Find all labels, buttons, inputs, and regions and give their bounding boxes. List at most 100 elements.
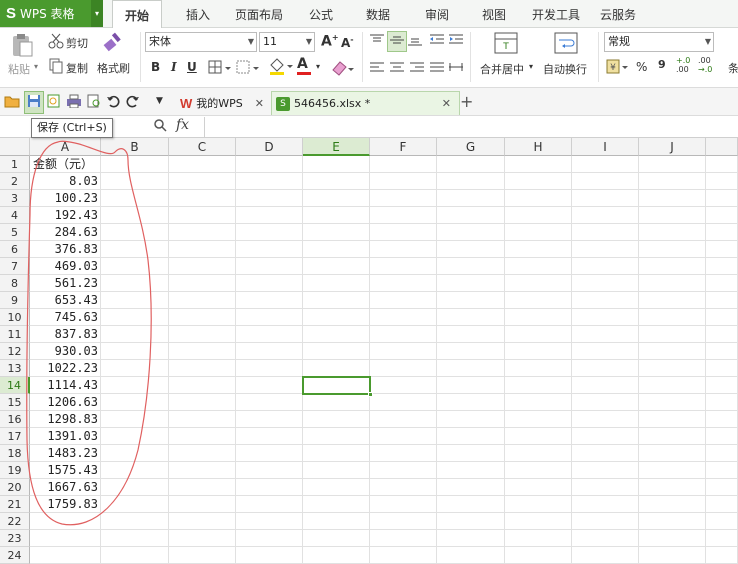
cell-a8[interactable]: 561.23 xyxy=(30,275,101,292)
font-color-dropdown-icon[interactable]: ▾ xyxy=(316,62,320,71)
cell[interactable] xyxy=(505,428,572,445)
cell[interactable] xyxy=(572,292,639,309)
save-button[interactable] xyxy=(24,91,44,114)
cell[interactable] xyxy=(437,513,505,530)
cell[interactable] xyxy=(639,479,706,496)
align-right-button[interactable] xyxy=(409,61,425,76)
cell[interactable] xyxy=(101,445,169,462)
cell[interactable] xyxy=(303,258,370,275)
cell[interactable] xyxy=(505,207,572,224)
tab-developer[interactable]: 开发工具 xyxy=(532,0,580,28)
cell-a18[interactable]: 1483.23 xyxy=(30,445,101,462)
cell[interactable] xyxy=(706,394,738,411)
cell[interactable] xyxy=(437,394,505,411)
paste-button[interactable] xyxy=(8,32,36,61)
cell[interactable] xyxy=(505,496,572,513)
cell[interactable] xyxy=(706,156,738,173)
zoom-formula-icon[interactable] xyxy=(153,118,167,135)
cell[interactable] xyxy=(437,428,505,445)
cell[interactable] xyxy=(505,513,572,530)
cell[interactable] xyxy=(370,190,437,207)
cell[interactable] xyxy=(639,258,706,275)
cell[interactable] xyxy=(572,343,639,360)
paste-label[interactable]: 粘贴 xyxy=(8,61,30,77)
cell[interactable] xyxy=(505,530,572,547)
cell[interactable] xyxy=(639,224,706,241)
print-icon[interactable] xyxy=(66,94,82,111)
cell-a7[interactable]: 469.03 xyxy=(30,258,101,275)
cell[interactable] xyxy=(169,156,236,173)
cell[interactable] xyxy=(101,224,169,241)
wrap-text-label[interactable]: 自动换行 xyxy=(543,61,587,77)
cell[interactable] xyxy=(236,479,303,496)
cell[interactable] xyxy=(303,530,370,547)
row-header-15[interactable]: 15 xyxy=(0,394,30,411)
cell[interactable] xyxy=(101,258,169,275)
cell-a16[interactable]: 1298.83 xyxy=(30,411,101,428)
cell[interactable] xyxy=(437,241,505,258)
borders-button[interactable] xyxy=(208,59,234,78)
cell[interactable] xyxy=(169,547,236,564)
cell[interactable] xyxy=(303,445,370,462)
row-header-11[interactable]: 11 xyxy=(0,326,30,343)
cell[interactable] xyxy=(706,513,738,530)
cell[interactable] xyxy=(303,462,370,479)
cell[interactable] xyxy=(437,309,505,326)
cell[interactable] xyxy=(639,292,706,309)
align-left-button[interactable] xyxy=(369,61,385,76)
cell-a11[interactable]: 837.83 xyxy=(30,326,101,343)
cell[interactable] xyxy=(370,309,437,326)
cell[interactable] xyxy=(370,207,437,224)
row-header-21[interactable]: 21 xyxy=(0,496,30,513)
cell[interactable] xyxy=(706,547,738,564)
column-header-f[interactable]: F xyxy=(370,138,437,156)
cell[interactable] xyxy=(639,309,706,326)
print-preview-icon[interactable] xyxy=(86,94,102,111)
cell[interactable] xyxy=(437,173,505,190)
cell[interactable] xyxy=(101,292,169,309)
cell[interactable] xyxy=(706,479,738,496)
cell[interactable] xyxy=(303,326,370,343)
tab-my-wps[interactable]: W 我的WPS ✕ xyxy=(176,91,268,115)
format-painter-icon[interactable] xyxy=(102,31,124,56)
cell[interactable] xyxy=(572,496,639,513)
cell[interactable] xyxy=(169,275,236,292)
cell[interactable] xyxy=(101,547,169,564)
cell[interactable] xyxy=(706,530,738,547)
cell[interactable] xyxy=(303,309,370,326)
cell[interactable] xyxy=(236,156,303,173)
cell[interactable] xyxy=(572,394,639,411)
cell[interactable] xyxy=(236,241,303,258)
cell[interactable] xyxy=(169,411,236,428)
cell[interactable] xyxy=(706,326,738,343)
cell[interactable] xyxy=(101,190,169,207)
cell[interactable] xyxy=(236,445,303,462)
cell[interactable] xyxy=(572,530,639,547)
cell[interactable] xyxy=(572,275,639,292)
cell[interactable] xyxy=(437,275,505,292)
cell[interactable] xyxy=(706,496,738,513)
select-all-corner[interactable] xyxy=(0,138,30,156)
italic-button[interactable]: I xyxy=(171,60,177,74)
cell[interactable] xyxy=(639,343,706,360)
cell[interactable] xyxy=(303,241,370,258)
cell[interactable] xyxy=(639,173,706,190)
cell[interactable] xyxy=(303,343,370,360)
clear-format-button[interactable] xyxy=(330,58,354,79)
cell[interactable] xyxy=(169,292,236,309)
align-center-button[interactable] xyxy=(389,61,405,76)
cell[interactable] xyxy=(505,241,572,258)
copy-label[interactable]: 复制 xyxy=(66,60,88,76)
tab-start[interactable]: 开始 xyxy=(112,0,163,29)
cell[interactable] xyxy=(437,411,505,428)
cell[interactable] xyxy=(505,377,572,394)
column-header-i[interactable]: I xyxy=(572,138,639,156)
cell[interactable] xyxy=(236,530,303,547)
cell[interactable] xyxy=(437,326,505,343)
cell[interactable] xyxy=(169,360,236,377)
cell-a22[interactable] xyxy=(30,513,101,530)
column-header-g[interactable]: G xyxy=(437,138,505,156)
row-header-14[interactable]: 14 xyxy=(0,377,30,394)
cell[interactable] xyxy=(236,462,303,479)
cell[interactable] xyxy=(101,377,169,394)
